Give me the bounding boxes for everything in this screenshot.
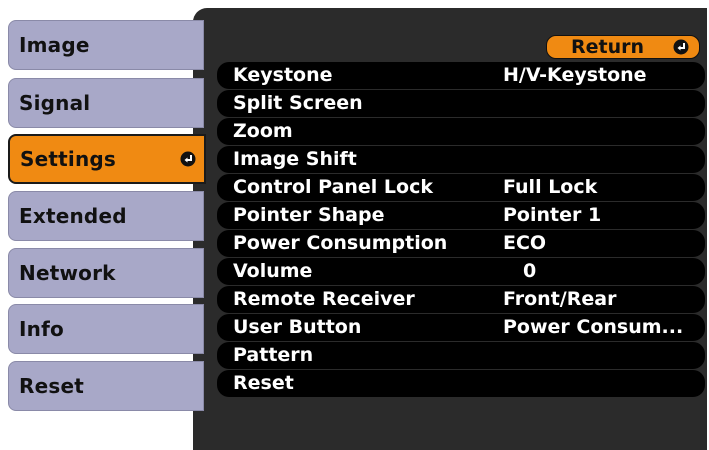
setting-label: Control Panel Lock: [233, 176, 433, 198]
setting-row-pointer-shape[interactable]: Pointer Shape Pointer 1: [217, 202, 705, 229]
setting-row-power-consumption[interactable]: Power Consumption ECO: [217, 230, 705, 257]
sidebar-item-label: Network: [19, 261, 116, 285]
setting-row-volume[interactable]: Volume 0: [217, 258, 705, 285]
sidebar-item-label: Info: [19, 317, 64, 341]
sidebar-item-image[interactable]: Image: [8, 20, 204, 70]
sidebar-item-label: Settings: [20, 147, 117, 171]
sidebar-item-label: Signal: [19, 91, 91, 115]
setting-label: User Button: [233, 316, 362, 338]
setting-label: Zoom: [233, 120, 293, 142]
setting-value: H/V-Keystone: [503, 64, 647, 86]
sidebar-item-label: Image: [19, 33, 90, 57]
return-button-label: Return: [571, 36, 645, 58]
setting-row-pattern[interactable]: Pattern: [217, 342, 705, 369]
setting-label: Remote Receiver: [233, 288, 415, 310]
enter-icon: [673, 39, 689, 55]
setting-row-split-screen[interactable]: Split Screen: [217, 90, 705, 117]
setting-label: Reset: [233, 372, 294, 394]
sidebar-item-info[interactable]: Info: [8, 304, 204, 354]
setting-label: Pattern: [233, 344, 314, 366]
setting-value: Full Lock: [503, 176, 598, 198]
setting-value: Pointer 1: [503, 204, 602, 226]
setting-value: Power Consum...: [503, 316, 684, 338]
sidebar-item-extended[interactable]: Extended: [8, 191, 204, 241]
setting-row-image-shift[interactable]: Image Shift: [217, 146, 705, 173]
setting-row-user-button[interactable]: User Button Power Consum...: [217, 314, 705, 341]
setting-label: Power Consumption: [233, 232, 448, 254]
setting-row-control-panel-lock[interactable]: Control Panel Lock Full Lock: [217, 174, 705, 201]
sidebar-item-label: Extended: [19, 204, 127, 228]
setting-row-remote-receiver[interactable]: Remote Receiver Front/Rear: [217, 286, 705, 313]
setting-label: Keystone: [233, 64, 333, 86]
return-button[interactable]: Return: [546, 35, 700, 59]
setting-row-keystone[interactable]: Keystone H/V-Keystone: [217, 62, 705, 89]
setting-label: Image Shift: [233, 148, 357, 170]
setting-row-zoom[interactable]: Zoom: [217, 118, 705, 145]
sidebar-item-network[interactable]: Network: [8, 248, 204, 298]
setting-label: Volume: [233, 260, 313, 282]
sidebar-item-label: Reset: [19, 374, 84, 398]
setting-label: Split Screen: [233, 92, 363, 114]
setting-value: ECO: [503, 232, 547, 254]
sidebar-item-reset[interactable]: Reset: [8, 361, 204, 411]
setting-value: Front/Rear: [503, 288, 617, 310]
setting-row-reset[interactable]: Reset: [217, 370, 705, 397]
sidebar-item-signal[interactable]: Signal: [8, 78, 204, 128]
setting-label: Pointer Shape: [233, 204, 385, 226]
sidebar-item-settings[interactable]: Settings: [8, 134, 206, 184]
enter-icon: [180, 151, 196, 167]
setting-value: 0: [523, 260, 537, 282]
